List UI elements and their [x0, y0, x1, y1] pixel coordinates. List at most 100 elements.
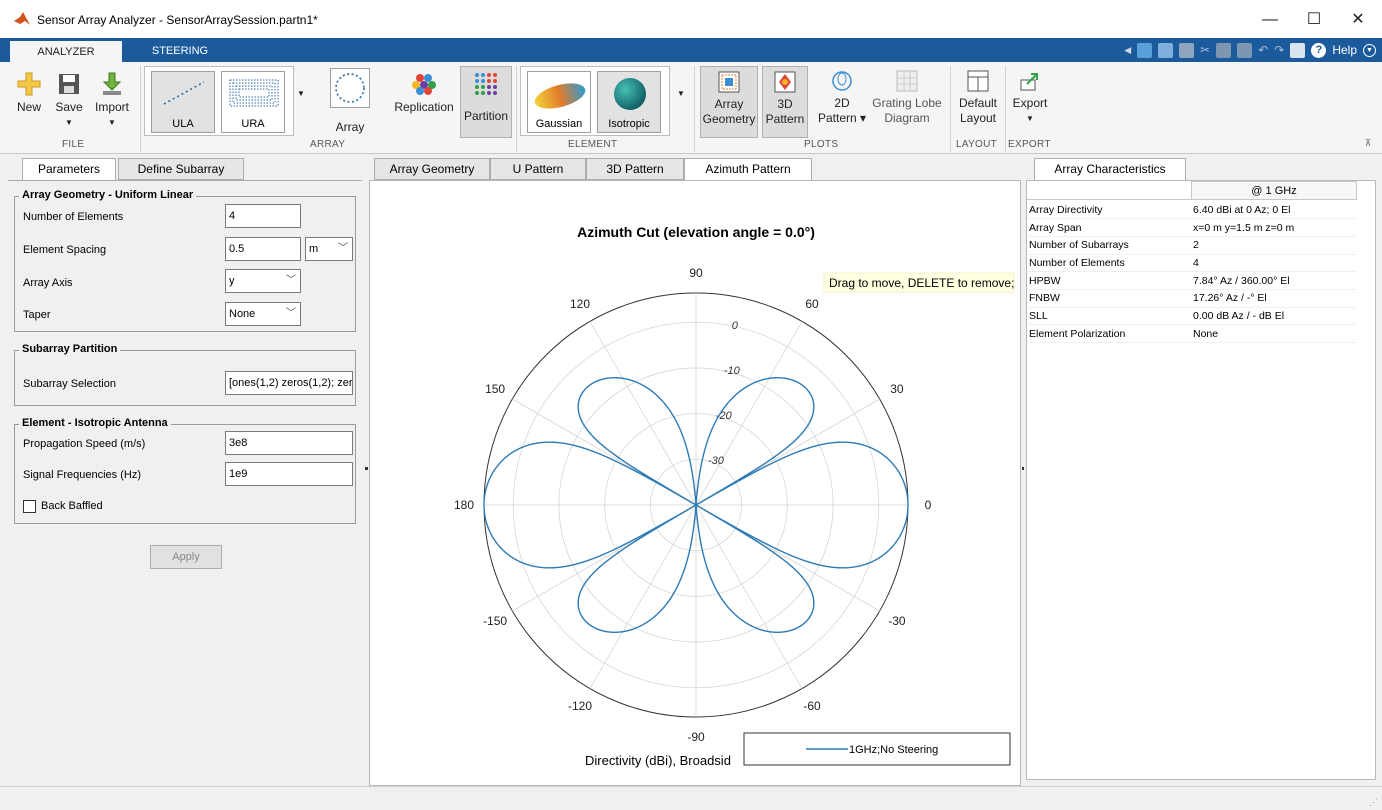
datatip-text: Drag to move, DELETE to remove;	[829, 276, 1014, 290]
partition-button[interactable]: Partition	[460, 66, 512, 138]
replication-label: Replication	[394, 100, 454, 114]
subarray-selection-label: Subarray Selection	[23, 378, 116, 390]
default-layout-button[interactable]: Default Layout	[954, 70, 1002, 126]
table-header-blank	[1027, 181, 1191, 200]
window-title: Sensor Array Analyzer - SensorArraySessi…	[37, 13, 318, 27]
3d-pattern-label: 3D	[777, 97, 793, 111]
gaussian-button[interactable]: Gaussian	[527, 71, 591, 133]
3d-pattern-button[interactable]: 3D Pattern	[762, 66, 808, 138]
signal-freq-input[interactable]: 1e9	[225, 462, 353, 486]
spacing-unit-select[interactable]: m ﹀	[305, 237, 353, 261]
export-dropdown-icon[interactable]: ▼	[1010, 111, 1050, 126]
qat-collapse-icon[interactable]: ◀	[1124, 45, 1131, 56]
table-row: SLL 0.00 dB Az / - dB El	[1027, 307, 1357, 326]
window-icon[interactable]	[1290, 42, 1306, 58]
radial-tick-label: -10	[724, 365, 741, 377]
undo-icon[interactable]: ↶	[1258, 43, 1268, 57]
minimize-button[interactable]: —	[1250, 8, 1290, 32]
array-geometry-button[interactable]: Array Geometry	[700, 66, 758, 138]
tab-parameters[interactable]: Parameters	[22, 158, 116, 181]
subarray-partition-group: Subarray Partition Subarray Selection [o…	[14, 343, 356, 406]
tab-define-subarray[interactable]: Define Subarray	[118, 158, 244, 180]
tab-analyzer[interactable]: ANALYZER	[10, 38, 122, 62]
help-icon[interactable]: ?	[1311, 42, 1327, 58]
import-label: Import	[94, 100, 129, 114]
title-bar: Sensor Array Analyzer - SensorArraySessi…	[0, 0, 1382, 38]
array-axis-select[interactable]: y ﹀	[225, 269, 301, 293]
group-separator	[516, 66, 517, 152]
array-gallery-dropdown[interactable]: ▼	[294, 86, 308, 101]
default-layout-label: Default	[958, 96, 998, 110]
tab-u-pattern[interactable]: U Pattern	[490, 158, 586, 180]
options-icon[interactable]: ▼	[1363, 43, 1376, 57]
grating-lobe-button[interactable]: Grating Lobe Diagram	[870, 70, 944, 126]
save-dropdown-icon[interactable]: ▼	[54, 115, 84, 130]
new-icon[interactable]	[1158, 42, 1174, 58]
maximize-button[interactable]: ☐	[1294, 8, 1334, 32]
save-icon[interactable]	[1179, 42, 1195, 58]
replication-button[interactable]: Replication	[390, 72, 458, 115]
copy-icon[interactable]	[1216, 42, 1232, 58]
back-baffled-checkbox[interactable]	[23, 500, 36, 513]
spacing-unit-value: m	[309, 243, 319, 255]
element-spacing-input[interactable]: 0.5	[225, 237, 301, 261]
table-row: Number of Elements 4	[1027, 254, 1357, 273]
tab-steering[interactable]: STEERING	[124, 38, 236, 62]
import-icon	[102, 72, 122, 95]
import-button[interactable]: Import ▼	[92, 72, 132, 130]
cut-icon[interactable]: ✂	[1200, 43, 1210, 57]
polar-spoke	[589, 504, 697, 689]
close-button[interactable]: ✕	[1338, 8, 1378, 32]
polar-spoke	[695, 504, 803, 689]
isotropic-button[interactable]: Isotropic	[597, 71, 661, 133]
prop-speed-label: Propagation Speed (m/s)	[23, 438, 146, 450]
characteristic-value: 0.00 dB Az / - dB El	[1191, 307, 1357, 326]
table-row: HPBW 7.84° Az / 360.00° El	[1027, 271, 1357, 290]
characteristic-name: HPBW	[1027, 271, 1191, 290]
table-row: Array Span x=0 m y=1.5 m z=0 m	[1027, 218, 1357, 237]
2d-pattern-button[interactable]: 2D Pattern ▾	[814, 70, 870, 126]
element-gallery-dropdown[interactable]: ▼	[674, 86, 688, 101]
ula-button[interactable]: ULA	[151, 71, 215, 133]
array-geometry-icon	[718, 71, 740, 93]
angle-tick-label: -30	[888, 614, 906, 628]
azimuth-polar-plot[interactable]: Azimuth Cut (elevation angle = 0.0°) 0 30…	[370, 181, 1020, 785]
ura-label: URA	[241, 118, 265, 130]
3d-pattern-label-2: Pattern	[765, 112, 805, 126]
subarray-selection-input[interactable]: [ones(1,2) zeros(1,2); zeros(1,2) ones(1…	[225, 371, 353, 395]
characteristics-panel: Array Characteristics @ 1 GHz Array Dire…	[1024, 156, 1378, 786]
help-label[interactable]: Help	[1332, 43, 1357, 57]
new-button[interactable]: New	[12, 72, 46, 115]
group-separator	[694, 66, 695, 152]
datatip[interactable]: Drag to move, DELETE to remove;	[823, 272, 1015, 293]
characteristic-value: None	[1191, 324, 1357, 343]
taper-select[interactable]: None ﹀	[225, 302, 301, 326]
replication-icon	[412, 74, 436, 95]
ura-button[interactable]: URA	[221, 71, 285, 133]
layout-icon[interactable]	[1137, 42, 1153, 58]
tab-array-characteristics[interactable]: Array Characteristics	[1034, 158, 1186, 181]
new-label: New	[16, 100, 41, 114]
redo-icon[interactable]: ↷	[1274, 43, 1284, 57]
paste-icon[interactable]	[1237, 42, 1253, 58]
export-button[interactable]: Export ▼	[1010, 70, 1050, 126]
resize-grip-icon[interactable]: ⋰	[1369, 797, 1378, 808]
legend[interactable]: 1GHz;No Steering	[743, 732, 1011, 766]
import-dropdown-icon[interactable]: ▼	[92, 115, 132, 130]
prop-speed-input[interactable]: 3e8	[225, 431, 353, 455]
characteristic-name: Array Directivity	[1027, 201, 1191, 220]
tab-3d-pattern[interactable]: 3D Pattern	[586, 158, 684, 180]
tab-azimuth-pattern[interactable]: Azimuth Pattern	[684, 158, 812, 181]
save-icon	[59, 74, 79, 94]
array-button[interactable]: Array	[318, 68, 382, 135]
chevron-down-icon: ﹀	[338, 243, 348, 254]
isotropic-icon	[614, 78, 646, 110]
circular-array-icon	[335, 73, 365, 103]
num-elements-input[interactable]: 4	[225, 204, 301, 228]
angle-tick-label: -60	[803, 699, 821, 713]
chevron-down-icon: ﹀	[286, 275, 296, 286]
save-button[interactable]: Save ▼	[54, 72, 84, 130]
apply-button[interactable]: Apply	[150, 545, 222, 569]
collapse-ribbon-icon[interactable]: ⊼	[1362, 136, 1374, 151]
tab-array-geometry[interactable]: Array Geometry	[374, 158, 490, 180]
